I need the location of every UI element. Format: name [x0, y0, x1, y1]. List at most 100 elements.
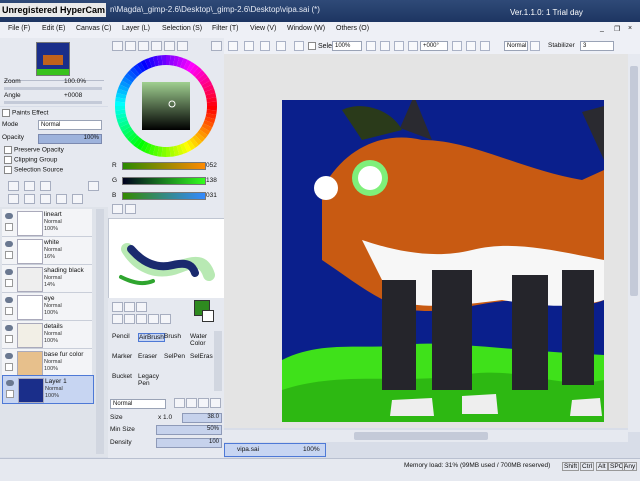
- color-panel-settings-icon[interactable]: [211, 41, 222, 51]
- navigator-thumbnail[interactable]: [36, 42, 70, 76]
- density-slider[interactable]: 100: [156, 438, 222, 448]
- vertical-scrollbar[interactable]: [628, 54, 640, 432]
- green-slider[interactable]: [122, 177, 206, 185]
- eyedropper-icon[interactable]: [160, 314, 171, 324]
- menu-others[interactable]: Others (O): [336, 25, 369, 32]
- tool-marker[interactable]: Marker: [112, 353, 132, 360]
- zoom-value[interactable]: 100.0%: [64, 78, 86, 85]
- menu-layer[interactable]: Layer (L): [122, 25, 150, 32]
- clipping-group-checkbox[interactable]: Clipping Group: [4, 156, 57, 164]
- zoom-reset-icon[interactable]: [394, 41, 404, 51]
- g-value[interactable]: 138: [206, 177, 217, 184]
- scratchpad[interactable]: [108, 218, 226, 300]
- selection-toggle-icon[interactable]: [260, 41, 270, 51]
- transfer-down-icon[interactable]: [8, 194, 19, 204]
- zoom-icon[interactable]: [124, 314, 135, 324]
- layer-item-white[interactable]: white Normal 16%: [2, 237, 92, 265]
- menu-view[interactable]: View (V): [250, 25, 276, 32]
- color-wheel[interactable]: [114, 54, 218, 158]
- zoom-select[interactable]: 100%: [332, 41, 362, 51]
- artwork-canvas[interactable]: [282, 100, 604, 422]
- clear-layer-icon[interactable]: [40, 194, 51, 204]
- select-rect-icon[interactable]: [112, 302, 123, 312]
- layer-settings-icon[interactable]: [88, 181, 99, 191]
- layer-item-lineart[interactable]: lineart Normal 100%: [2, 209, 92, 237]
- rotate-right-icon[interactable]: [466, 41, 476, 51]
- tool-airbrush[interactable]: AirBrush: [138, 333, 165, 342]
- lock-checkbox[interactable]: [5, 251, 13, 259]
- min-size-slider[interactable]: 50%: [156, 425, 222, 435]
- flip-icon[interactable]: [480, 41, 490, 51]
- secondary-color-swatch[interactable]: [202, 310, 214, 322]
- selection-source-checkbox[interactable]: Selection Source: [4, 166, 63, 174]
- visibility-eye-icon[interactable]: [5, 213, 13, 219]
- apply-mask-icon[interactable]: [72, 194, 83, 204]
- tool-legacy-pen[interactable]: Legacy Pen: [138, 373, 160, 387]
- menu-selection[interactable]: Selection (S): [162, 25, 202, 32]
- angle-select[interactable]: +000°: [420, 41, 448, 51]
- hsv-slider-tab-icon[interactable]: [138, 41, 149, 51]
- rotate-icon[interactable]: [136, 314, 147, 324]
- tool-selpen[interactable]: SelPen: [164, 353, 185, 360]
- vertical-scroll-thumb[interactable]: [630, 66, 638, 296]
- tool-brush[interactable]: Brush: [164, 333, 181, 340]
- swatch-tab-icon[interactable]: [151, 41, 162, 51]
- visibility-eye-icon[interactable]: [5, 269, 13, 275]
- tool-pencil[interactable]: Pencil: [112, 333, 130, 340]
- size-slider[interactable]: 38.0: [182, 413, 222, 423]
- toolbar-misc-icon[interactable]: [294, 41, 304, 51]
- scratchpad-tool-icon[interactable]: [112, 204, 123, 214]
- menu-canvas[interactable]: Canvas (C): [76, 25, 111, 32]
- zoom-out-icon[interactable]: [366, 41, 376, 51]
- visibility-eye-icon[interactable]: [5, 325, 13, 331]
- color-tab-6-icon[interactable]: [177, 41, 188, 51]
- scratchpad-clear-icon[interactable]: [125, 204, 136, 214]
- toolbar-mode-select[interactable]: Normal: [504, 41, 528, 51]
- merge-down-icon[interactable]: [24, 194, 35, 204]
- stabilizer-select[interactable]: 3: [580, 41, 614, 51]
- brush-shape-4-icon[interactable]: [210, 398, 221, 408]
- layer-mode-select[interactable]: Normal: [38, 120, 102, 130]
- layer-item-details[interactable]: details Normal 100%: [2, 321, 92, 349]
- angle-value[interactable]: +0008: [64, 92, 82, 99]
- invert-selection-icon[interactable]: [244, 41, 254, 51]
- lock-checkbox[interactable]: [5, 307, 13, 315]
- visibility-eye-icon[interactable]: [5, 241, 13, 247]
- hand-icon[interactable]: [148, 314, 159, 324]
- menu-edit[interactable]: Edit (E): [42, 25, 65, 32]
- layer-opacity-slider[interactable]: 100%: [38, 134, 102, 144]
- lock-checkbox[interactable]: [6, 390, 14, 398]
- magic-wand-icon[interactable]: [136, 302, 147, 312]
- brush-shape-2-icon[interactable]: [186, 398, 197, 408]
- lasso-icon[interactable]: [124, 302, 135, 312]
- move-icon[interactable]: [112, 314, 123, 324]
- lock-checkbox[interactable]: [5, 335, 13, 343]
- tool-grid-scrollbar[interactable]: [214, 331, 222, 391]
- layer-item-base-fur-color[interactable]: base fur color Normal 100%: [2, 349, 92, 377]
- tool-seleras[interactable]: SelEras: [190, 353, 213, 360]
- menu-filter[interactable]: Filter (T): [212, 25, 238, 32]
- color-wheel-tab-icon[interactable]: [112, 41, 123, 51]
- rgb-slider-tab-icon[interactable]: [125, 41, 136, 51]
- minimize-menu-button[interactable]: _: [600, 25, 604, 32]
- lock-checkbox[interactable]: [5, 363, 13, 371]
- antialias-icon[interactable]: [530, 41, 540, 51]
- new-layer-icon[interactable]: [8, 181, 19, 191]
- horizontal-scrollbar[interactable]: [224, 430, 628, 442]
- b-value[interactable]: 031: [206, 192, 217, 199]
- zoom-fit-icon[interactable]: [408, 41, 418, 51]
- delete-layer-icon[interactable]: [56, 194, 67, 204]
- preserve-opacity-checkbox[interactable]: Preserve Opacity: [4, 146, 64, 154]
- menu-window[interactable]: Window (W): [287, 25, 325, 32]
- angle-slider[interactable]: [4, 101, 102, 104]
- blend-mode-select[interactable]: Normal: [110, 399, 166, 409]
- canvas-tab-vipa[interactable]: vipa.sai 100%: [224, 443, 326, 457]
- layer-item-layer-1[interactable]: Layer 1 Normal 100%: [2, 375, 94, 404]
- r-value[interactable]: 052: [206, 162, 217, 169]
- lock-checkbox[interactable]: [5, 223, 13, 231]
- deselect-icon[interactable]: [228, 41, 238, 51]
- layer-list-scrollbar[interactable]: [96, 209, 104, 454]
- menu-file[interactable]: File (F): [8, 25, 30, 32]
- visibility-eye-icon[interactable]: [5, 353, 13, 359]
- visibility-eye-icon[interactable]: [6, 380, 14, 386]
